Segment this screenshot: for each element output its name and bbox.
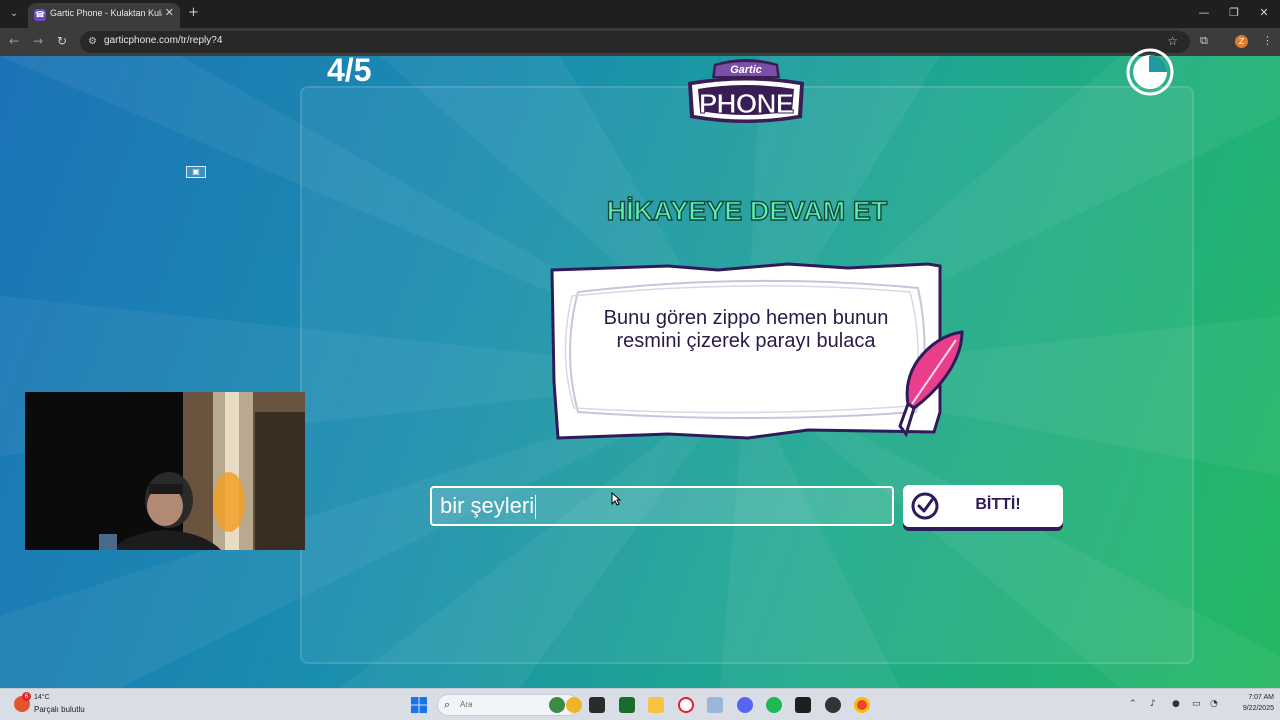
webcam-feed: [25, 392, 305, 550]
taskbar-app-icon[interactable]: [589, 697, 605, 713]
mouse-cursor-icon: [611, 492, 621, 506]
discord-icon[interactable]: [737, 697, 753, 713]
site-info-icon[interactable]: ⚙: [88, 36, 97, 47]
chrome-icon[interactable]: [854, 697, 870, 713]
mic-icon[interactable]: ●: [1172, 699, 1180, 709]
extensions-icon[interactable]: ⧉: [1200, 34, 1208, 48]
browser-tab[interactable]: ☎ Gartic Phone - Kulaktan Kulağa ✕: [28, 3, 180, 28]
close-icon[interactable]: ✕: [165, 6, 174, 19]
check-icon: [911, 492, 939, 520]
file-explorer-icon[interactable]: [648, 697, 664, 713]
spotify-icon[interactable]: [766, 697, 782, 713]
tab-search-icon[interactable]: ⌄: [6, 6, 22, 22]
new-tab-icon[interactable]: +: [188, 5, 199, 20]
network-icon[interactable]: ◔: [1210, 699, 1218, 709]
opera-icon[interactable]: [678, 697, 694, 713]
round-counter: 4/5: [327, 52, 372, 88]
maximize-icon[interactable]: ❐: [1224, 6, 1244, 19]
answer-input[interactable]: bir şeyleri: [430, 486, 894, 526]
taskbar-app-icon[interactable]: [549, 697, 565, 713]
quill-icon: [898, 330, 964, 438]
weather-description[interactable]: Parçalı bulutlu: [34, 705, 85, 714]
taskbar-date[interactable]: 9/22/2025: [1222, 705, 1274, 712]
taskbar-app-icon[interactable]: [619, 697, 635, 713]
logo-phone-text: PHONE: [698, 88, 795, 120]
taskbar-app-icon[interactable]: [707, 697, 723, 713]
forward-icon[interactable]: →: [30, 34, 46, 48]
minimize-icon[interactable]: —: [1194, 6, 1214, 19]
weather-badge: 6: [22, 692, 31, 701]
answer-input-value: bir şeyleri: [440, 493, 535, 518]
browser-tab-bar: ⌄ ☎ Gartic Phone - Kulaktan Kulağa ✕ + —…: [0, 0, 1280, 28]
taskbar-app-icon[interactable]: [566, 697, 582, 713]
logo-gartic-text: Gartic: [730, 64, 762, 76]
done-button-label: BİTTİ!: [975, 496, 1021, 513]
prompt-text: Bunu gören zippo hemen bunun resmini çiz…: [603, 307, 889, 352]
speaker-icon[interactable]: ♪: [1150, 699, 1156, 709]
url-text[interactable]: garticphone.com/tr/reply?4: [104, 35, 222, 46]
window-close-icon[interactable]: ✕: [1254, 6, 1274, 19]
browser-toolbar: ← → ↻ ⚙ garticphone.com/tr/reply?4 ☆ ⧉ ⋮: [0, 28, 1280, 56]
obs-icon[interactable]: [825, 697, 841, 713]
gartic-favicon: ☎: [34, 9, 46, 21]
address-bar[interactable]: ⚙ garticphone.com/tr/reply?4 ☆: [80, 31, 1190, 53]
taskbar-app-icon[interactable]: [795, 697, 811, 713]
text-caret: [535, 495, 537, 520]
star-icon[interactable]: ☆: [1167, 34, 1178, 48]
profile-avatar[interactable]: Z: [1235, 35, 1248, 48]
timer-icon: [1126, 48, 1174, 96]
overlay-badge-icon: ▣: [186, 166, 206, 178]
windows-start-icon[interactable]: [411, 697, 427, 713]
windows-taskbar: 6 14°C Parçalı bulutlu ⌕ Ara ⌃ ♪ ● ▭ ◔ 7…: [0, 688, 1280, 720]
webcam-overlay: [25, 392, 305, 550]
reload-icon[interactable]: ↻: [54, 34, 70, 48]
back-icon[interactable]: ←: [6, 34, 22, 48]
taskbar-time[interactable]: 7:07 AM: [1230, 694, 1274, 701]
menu-icon[interactable]: ⋮: [1262, 34, 1273, 47]
search-placeholder: Ara: [460, 700, 473, 709]
tab-title: Gartic Phone - Kulaktan Kulağa: [50, 8, 162, 18]
page-heading: HİKAYEYE DEVAM ET: [606, 195, 888, 226]
tray-expand-icon[interactable]: ⌃: [1129, 699, 1137, 709]
display-icon[interactable]: ▭: [1192, 699, 1201, 709]
done-button[interactable]: BİTTİ!: [903, 485, 1063, 527]
search-icon: ⌕: [444, 698, 451, 711]
weather-temperature[interactable]: 14°C: [34, 694, 50, 701]
